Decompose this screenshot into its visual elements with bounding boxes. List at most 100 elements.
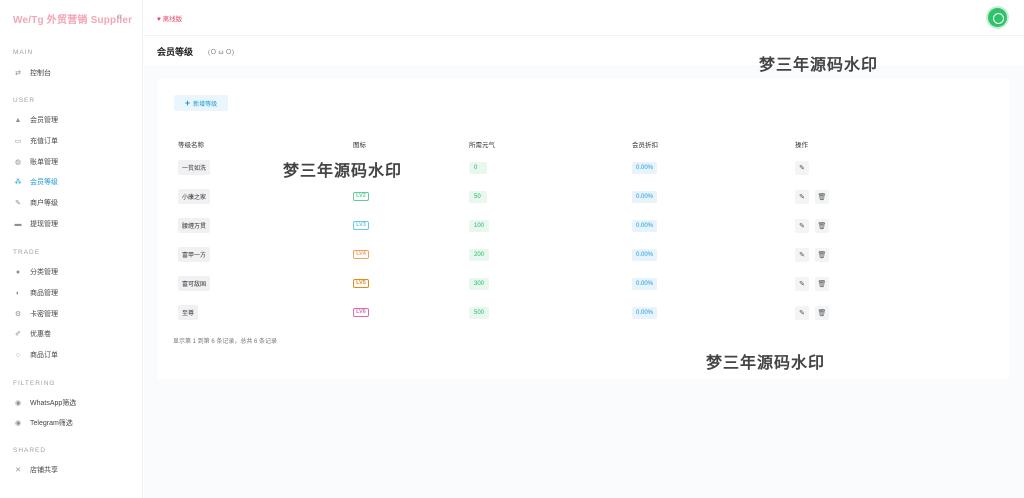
bill-icon: ◍ — [14, 159, 22, 166]
level-badge-icon: LV2 — [353, 192, 369, 201]
sidebar-item-label: 会员管理 — [30, 117, 58, 124]
page-title: 会员等级 — [157, 47, 194, 57]
member-discount: 0.00% — [632, 219, 658, 232]
col-header-discount: 会员折扣 — [632, 142, 658, 149]
sidebar-item-label: 卡密管理 — [30, 311, 58, 318]
sidebar-section-label: USER — [13, 97, 36, 104]
sidebar-section-label: SHARED — [13, 447, 47, 454]
edit-icon[interactable]: ✎ — [795, 276, 809, 291]
cell-yuanqi: 500 — [463, 298, 626, 327]
sidebar-item[interactable]: ▲ 会员管理 — [13, 114, 58, 126]
member-discount: 0.00% — [632, 190, 658, 203]
watermark: 梦三年源码水印 — [283, 163, 403, 180]
sidebar-item-label: 账单管理 — [30, 159, 58, 166]
cell-actions: ✎ 🗑 — [789, 269, 858, 298]
sidebar-item[interactable]: ⁂ 会员等级 — [13, 176, 59, 188]
level-icon: ⁂ — [14, 179, 22, 186]
whatsapp-icon: ◉ — [14, 400, 22, 407]
card-icon: ⚙ — [14, 311, 22, 318]
level-badge-icon: LV3 — [353, 221, 369, 230]
level-name: 至尊 — [178, 305, 199, 320]
plus-icon: + — [184, 97, 191, 108]
delete-icon[interactable]: 🗑 — [815, 276, 829, 291]
table-summary: 显示第 1 到第 6 条记录，总共 6 条记录 — [173, 339, 278, 345]
cell-actions: ✎ — [789, 153, 858, 182]
avatar[interactable] — [988, 8, 1007, 27]
sidebar-item-label: 店铺共享 — [30, 467, 58, 474]
brand-title[interactable]: We/Tg 外贸营销 Supplier — [13, 11, 132, 26]
cell-name: 小康之家 — [172, 182, 347, 211]
edit-icon[interactable]: ✎ — [795, 305, 809, 320]
recharge-icon: ▭ — [14, 138, 22, 145]
sidebar-item[interactable]: ○ 商品订单 — [13, 349, 58, 361]
cell-actions: ✎ 🗑 — [789, 182, 858, 211]
watermark: 梦三年源码水印 — [706, 355, 826, 372]
sidebar-item[interactable]: ◉ WhatsApp筛选 — [13, 397, 76, 409]
level-name: 腰缠万贯 — [178, 218, 211, 233]
edit-icon[interactable]: ✎ — [795, 189, 809, 204]
col-header-name: 等级名称 — [178, 142, 204, 149]
sidebar-item[interactable]: ◐ 商品管理 — [13, 287, 58, 299]
offline-label: 离线版 — [162, 16, 183, 23]
cell-yuanqi: 0 — [463, 153, 626, 182]
sidebar-item[interactable]: ◍ 账单管理 — [13, 156, 58, 168]
sidebar-item-label: 商品订单 — [30, 352, 58, 359]
table-row: 一贫如洗 0 0.00% ✎ — [172, 153, 858, 182]
required-yuanqi: 500 — [469, 306, 490, 319]
sidebar-item[interactable]: ✎ 商户等级 — [13, 197, 58, 209]
level-name: 富可敌国 — [178, 276, 211, 291]
user-icon: ▲ — [14, 116, 22, 124]
member-discount: 0.00% — [632, 277, 658, 290]
member-discount: 0.00% — [632, 248, 658, 261]
cell-actions: ✎ 🗑 — [789, 298, 858, 327]
table-row: 富可敌国 LV5 300 0.00% ✎ 🗑 — [172, 269, 858, 298]
page-header: 会员等级 (Ｏ ω Ｏ) — [144, 36, 1024, 65]
cell-icon: LV3 — [347, 211, 463, 240]
level-badge-icon: LV5 — [353, 279, 369, 288]
required-yuanqi: 50 — [469, 190, 487, 203]
col-header-yuanqi: 所需元气 — [469, 142, 495, 149]
table-header-row: 等级名称 图标 所需元气 会员折扣 操作 — [172, 135, 858, 153]
sidebar-item[interactable]: ⇄ 控制台 — [13, 67, 51, 79]
sidebar-item-label: 控制台 — [30, 70, 51, 77]
page-subtitle: (Ｏ ω Ｏ) — [208, 49, 235, 56]
edit-icon[interactable]: ✎ — [795, 218, 809, 233]
edit-icon[interactable]: ✎ — [795, 247, 809, 262]
sidebar-item-label: 分类管理 — [30, 269, 58, 276]
cell-discount: 0.00% — [626, 153, 789, 182]
delete-icon[interactable]: 🗑 — [815, 218, 829, 233]
add-level-label: 新增等级 — [193, 101, 218, 108]
offline-icon: ♥ — [157, 16, 161, 23]
share-icon: ✕ — [15, 467, 21, 474]
add-level-button[interactable]: + 新增等级 — [174, 95, 228, 111]
sidebar-item[interactable]: ▬ 提现管理 — [13, 218, 59, 230]
cell-name: 富可敌国 — [172, 269, 347, 298]
goods-icon: ◐ — [15, 289, 21, 297]
sidebar-item[interactable]: ◉ Telegram筛选 — [13, 417, 73, 429]
delete-icon[interactable]: 🗑 — [815, 189, 829, 204]
cell-yuanqi: 200 — [463, 240, 626, 269]
collapse-sidebar-icon[interactable]: « — [117, 11, 123, 22]
level-table: 等级名称 图标 所需元气 会员折扣 操作 一贫如洗 0 0.00% ✎ 小康之家 LV2 5… — [172, 135, 858, 327]
sidebar-section-label: TRADE — [13, 249, 41, 256]
order-icon: ○ — [15, 351, 21, 359]
sidebar-item[interactable]: ✐ 优惠卷 — [13, 328, 51, 340]
delete-icon[interactable]: 🗑 — [815, 305, 829, 320]
sidebar-item[interactable]: ▭ 充值订单 — [13, 135, 58, 147]
sidebar-item-label: Telegram筛选 — [30, 420, 73, 427]
cell-name: 富甲一方 — [172, 240, 347, 269]
sidebar-item[interactable]: ✕ 店铺共享 — [13, 464, 58, 476]
sidebar-item[interactable]: ⚙ 卡密管理 — [13, 308, 58, 320]
sidebar-section-label: MAIN — [13, 49, 34, 56]
sidebar-item-label: 充值订单 — [30, 138, 58, 145]
sidebar-section-label: FILTERING — [13, 380, 56, 387]
required-yuanqi: 200 — [469, 248, 490, 261]
telegram-icon: ◉ — [14, 420, 22, 427]
member-discount: 0.00% — [632, 306, 658, 319]
edit-icon[interactable]: ✎ — [795, 160, 809, 175]
level-name: 富甲一方 — [178, 247, 211, 262]
sidebar: We/Tg 外贸营销 Supplier « MAIN ⇄ 控制台 USER ▲ 会员管理 ▭… — [0, 0, 143, 498]
delete-icon[interactable]: 🗑 — [815, 247, 829, 262]
sidebar-item[interactable]: ● 分类管理 — [13, 266, 58, 278]
level-name: 小康之家 — [178, 189, 211, 204]
